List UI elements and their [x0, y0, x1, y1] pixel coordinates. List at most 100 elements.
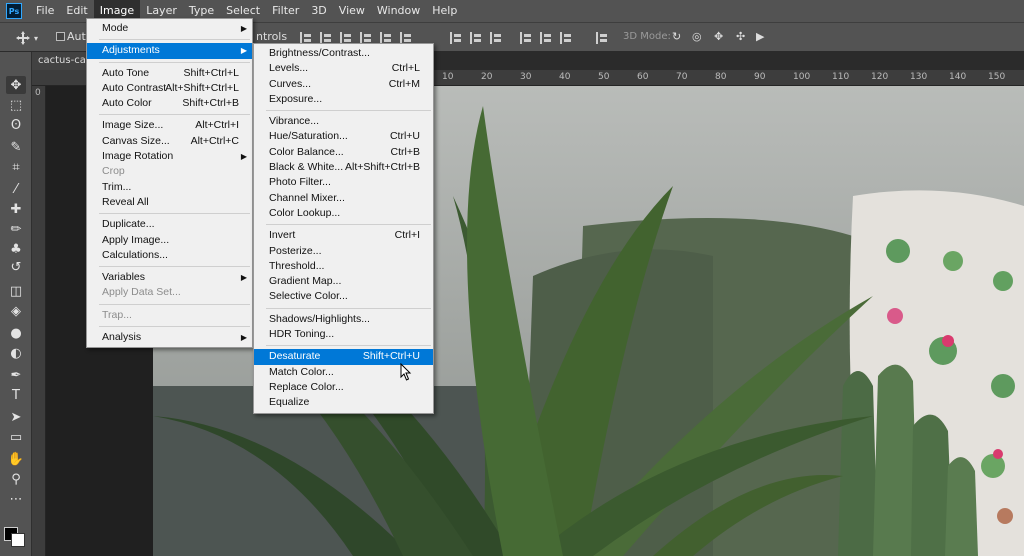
menu-filter[interactable]: Filter — [266, 0, 305, 22]
menu-item-analysis[interactable]: Analysis ▶ — [87, 330, 252, 345]
menu-view[interactable]: View — [333, 0, 371, 22]
menu-item-trim[interactable]: Trim... — [87, 180, 252, 195]
auto-select-checkbox[interactable] — [56, 32, 65, 41]
distribute-bottom-icon[interactable] — [490, 32, 502, 44]
menu-file[interactable]: File — [30, 0, 60, 22]
options-dropdown-icon[interactable]: ▾ — [34, 31, 38, 47]
3d-drag-icon[interactable]: ✥ — [714, 29, 723, 45]
ruler-tick-label: 140 — [949, 72, 967, 82]
menu-item-hue-saturation[interactable]: Hue/Saturation... Ctrl+U — [254, 129, 433, 144]
menu-item-black-white[interactable]: Black & White... Alt+Shift+Ctrl+B — [254, 160, 433, 175]
menu-item-equalize[interactable]: Equalize — [254, 395, 433, 410]
3d-mode-label: 3D Mode: — [623, 31, 671, 42]
eyedropper-tool-icon[interactable]: ⁄ — [6, 180, 26, 198]
menu-separator — [99, 39, 250, 41]
menu-item-image-size[interactable]: Image Size... Alt+Ctrl+I — [87, 118, 252, 133]
menu-item-label: Levels... — [269, 62, 309, 75]
menu-item-vibrance[interactable]: Vibrance... — [254, 114, 433, 129]
menu-item-label: Calculations... — [102, 248, 168, 261]
marquee-tool-icon[interactable]: ⬚ — [6, 96, 26, 114]
menu-separator — [266, 110, 431, 112]
menu-item-label: Match Color... — [269, 365, 334, 378]
distribute-center-icon[interactable] — [540, 32, 552, 44]
menu-item-duplicate[interactable]: Duplicate... — [87, 217, 252, 232]
menu-item-reveal-all[interactable]: Reveal All — [87, 195, 252, 210]
menu-item-replace-color[interactable]: Replace Color... — [254, 380, 433, 395]
menu-item-variables[interactable]: Variables ▶ — [87, 270, 252, 285]
menu-item-adjustments[interactable]: Adjustments ▶ — [87, 43, 252, 59]
zoom-tool-icon[interactable]: ⚲ — [6, 470, 26, 488]
menu-item-invert[interactable]: Invert Ctrl+I — [254, 228, 433, 243]
ruler-tick-label: 60 — [637, 72, 649, 82]
eraser-tool-icon[interactable]: ◫ — [6, 282, 26, 300]
menu-item-selective-color[interactable]: Selective Color... — [254, 289, 433, 304]
document-tab[interactable]: cactus-cact — [32, 52, 92, 70]
menu-item-label: Replace Color... — [269, 380, 344, 393]
hand-tool-icon[interactable]: ✋ — [6, 450, 26, 468]
distribute-top-icon[interactable] — [450, 32, 462, 44]
menu-item-calculations[interactable]: Calculations... — [87, 248, 252, 263]
menu-item-curves[interactable]: Curves... Ctrl+M — [254, 77, 433, 92]
menu-item-label: Vibrance... — [269, 115, 320, 128]
clone-stamp-icon[interactable]: ♣ — [6, 240, 26, 258]
menu-item-color-balance[interactable]: Color Balance... Ctrl+B — [254, 145, 433, 160]
menu-item-gradient-map[interactable]: Gradient Map... — [254, 274, 433, 289]
menu-item-auto-color[interactable]: Auto Color Shift+Ctrl+B — [87, 96, 252, 111]
ruler-tick-label: 30 — [520, 72, 532, 82]
menu-item-exposure[interactable]: Exposure... — [254, 92, 433, 107]
menu-item-label: Trim... — [102, 180, 132, 193]
menu-item-shadows-highlights[interactable]: Shadows/Highlights... — [254, 312, 433, 327]
menu-item-brightness-contrast[interactable]: Brightness/Contrast... — [254, 46, 433, 61]
3d-slide-icon[interactable]: ✣ — [736, 29, 745, 45]
menu-item-apply-image[interactable]: Apply Image... — [87, 233, 252, 248]
lasso-tool-icon[interactable]: ʘ — [6, 116, 26, 134]
move-tool-icon[interactable]: ✥ — [6, 76, 26, 94]
menu-item-levels[interactable]: Levels... Ctrl+L — [254, 61, 433, 76]
3d-scale-icon[interactable]: ▶ — [756, 29, 764, 45]
menu-item-photo-filter[interactable]: Photo Filter... — [254, 175, 433, 190]
menu-item-color-lookup[interactable]: Color Lookup... — [254, 206, 433, 221]
menu-item-auto-contrast[interactable]: Auto Contrast Alt+Shift+Ctrl+L — [87, 81, 252, 96]
menu-item-shortcut: Shift+Ctrl+B — [182, 97, 239, 110]
3d-roll-icon[interactable]: ◎ — [692, 29, 702, 45]
menu-3d[interactable]: 3D — [305, 0, 332, 22]
menu-item-label: Reveal All — [102, 195, 149, 208]
menu-item-label: Photo Filter... — [269, 176, 331, 189]
ruler-tick-label: 100 — [793, 72, 811, 82]
pen-tool-icon[interactable]: ✒ — [6, 366, 26, 384]
background-color-swatch[interactable] — [11, 533, 25, 547]
menu-item-hdr-toning[interactable]: HDR Toning... — [254, 327, 433, 342]
type-tool-icon[interactable]: T — [6, 386, 26, 404]
menu-window[interactable]: Window — [371, 0, 426, 22]
more-tools-icon[interactable]: ⋯ — [6, 490, 26, 508]
menu-item-mode[interactable]: Mode ▶ — [87, 21, 252, 36]
distribute-right-icon[interactable] — [560, 32, 572, 44]
quick-select-tool-icon[interactable]: ✎ — [6, 138, 26, 156]
3d-rotate-icon[interactable]: ↻ — [672, 29, 681, 45]
distribute-left-icon[interactable] — [520, 32, 532, 44]
menu-item-canvas-size[interactable]: Canvas Size... Alt+Ctrl+C — [87, 134, 252, 149]
paint-bucket-icon[interactable]: ◈ — [6, 302, 26, 320]
blur-tool-icon[interactable]: ● — [6, 324, 26, 342]
menu-item-shortcut: Alt+Ctrl+C — [190, 134, 239, 147]
menu-item-auto-tone[interactable]: Auto Tone Shift+Ctrl+L — [87, 66, 252, 81]
brush-tool-icon[interactable]: ✏ — [6, 220, 26, 238]
path-select-icon[interactable]: ➤ — [6, 408, 26, 426]
rectangle-tool-icon[interactable]: ▭ — [6, 428, 26, 446]
menu-item-channel-mixer[interactable]: Channel Mixer... — [254, 191, 433, 206]
menu-item-image-rotation[interactable]: Image Rotation ▶ — [87, 149, 252, 164]
auto-align-icon[interactable] — [596, 32, 608, 44]
move-tool-icon[interactable] — [16, 31, 30, 45]
history-brush-icon[interactable]: ↺ — [6, 258, 26, 276]
crop-tool-icon[interactable]: ⌗ — [6, 158, 26, 176]
menu-help[interactable]: Help — [426, 0, 463, 22]
healing-brush-icon[interactable]: ✚ — [6, 200, 26, 218]
distribute-middle-icon[interactable] — [470, 32, 482, 44]
menu-item-shortcut: Alt+Shift+Ctrl+L — [165, 81, 239, 94]
menu-item-threshold[interactable]: Threshold... — [254, 259, 433, 274]
menu-item-label: Auto Color — [102, 97, 152, 110]
menu-item-posterize[interactable]: Posterize... — [254, 244, 433, 259]
dodge-tool-icon[interactable]: ◐ — [6, 344, 26, 362]
menu-item-shortcut: Ctrl+U — [389, 130, 420, 143]
mouse-cursor-icon — [400, 363, 412, 381]
